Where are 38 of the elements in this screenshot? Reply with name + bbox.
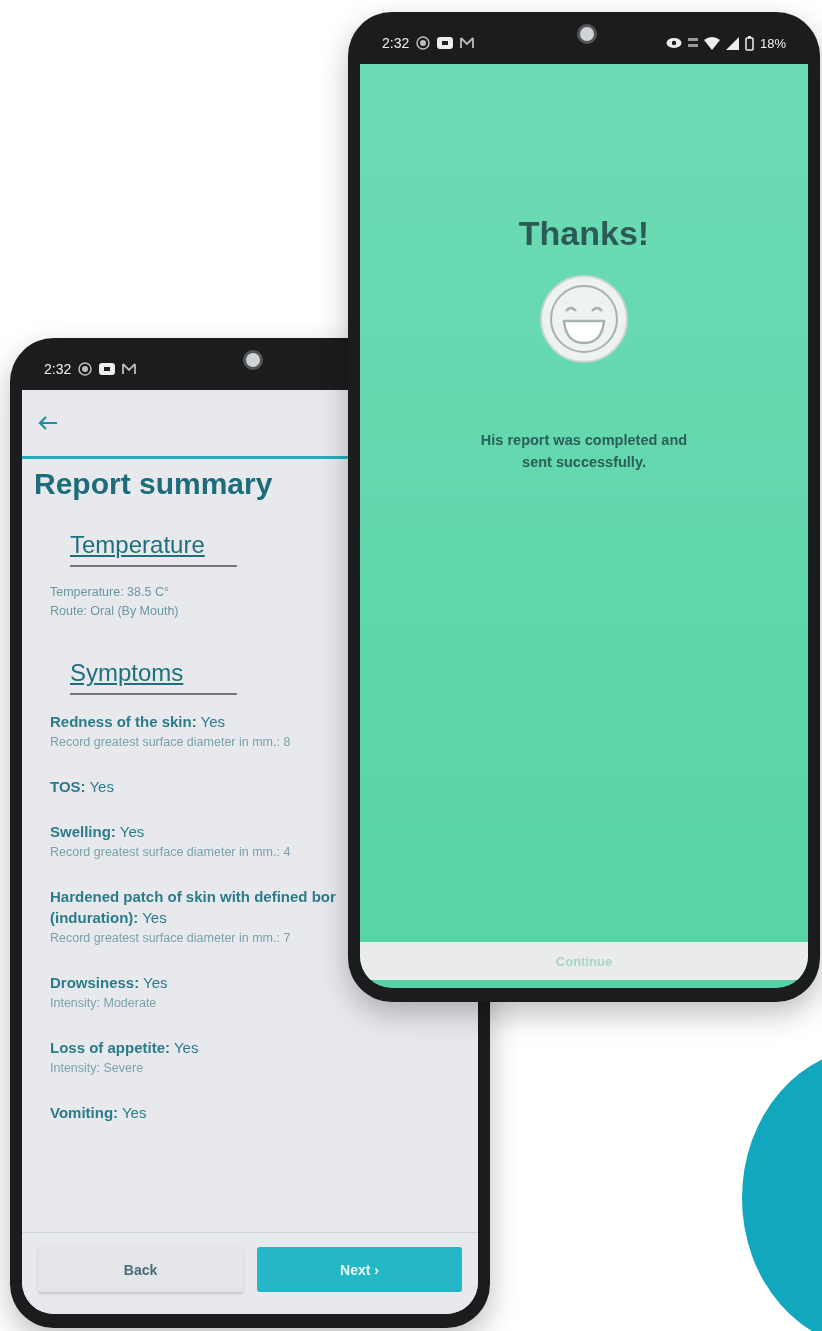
answer-text: Loss of appetite: Yes [50,1038,200,1058]
mail-icon [122,363,137,375]
status-time: 2:32 [44,361,72,377]
camera-icon [577,24,597,44]
answer-text: Redness of the skin: Yes [50,712,227,732]
video-icon [99,363,116,375]
success-message: His report was completed and sent successfully. [480,431,688,472]
mail-icon [460,37,475,49]
detail-text: Record greatest surface diameter in mm.: 4 [50,844,292,861]
answer-text: TOS: Yes [50,777,115,797]
video-icon [437,37,454,49]
battery-icon [744,35,754,51]
signal-icon [725,36,739,50]
detail-text: Route: Oral (By Mouth) [50,603,180,620]
detail-text: Record greatest surface diameter in mm.: 7 [50,930,292,947]
detail-text: Temperature: 38.5 C° [50,584,170,601]
detail-text: Intensity: Moderate [50,995,158,1012]
answer-text: Hardened patch of skin with defined bor (induration): Yes [50,887,337,928]
thanks-heading: Thanks! [518,214,650,253]
record-icon [416,36,431,50]
wifi-icon [703,36,720,50]
answer-text: Vomiting: Yes [50,1103,148,1123]
detail-text: Record greatest surface diameter in mm.: 8 [50,734,292,751]
eye-icon [665,37,682,49]
section-heading: Temperature [70,531,205,559]
camera-icon [243,350,263,370]
section-heading: Symptoms [70,659,184,687]
battery-percent: 18% [759,35,786,51]
back-arrow-icon[interactable] [38,415,58,431]
detail-text: Intensity: Severe [50,1060,145,1077]
status-time: 2:32 [382,35,410,51]
answer-text: Drowsiness: Yes [50,973,169,993]
page-title: Report summary [34,467,274,501]
back-button[interactable]: Back [38,1247,243,1292]
answer-text: Swelling: Yes [50,822,146,842]
next-button[interactable]: Next › [257,1247,462,1292]
smiley-icon [538,273,630,365]
record-icon [78,362,93,376]
